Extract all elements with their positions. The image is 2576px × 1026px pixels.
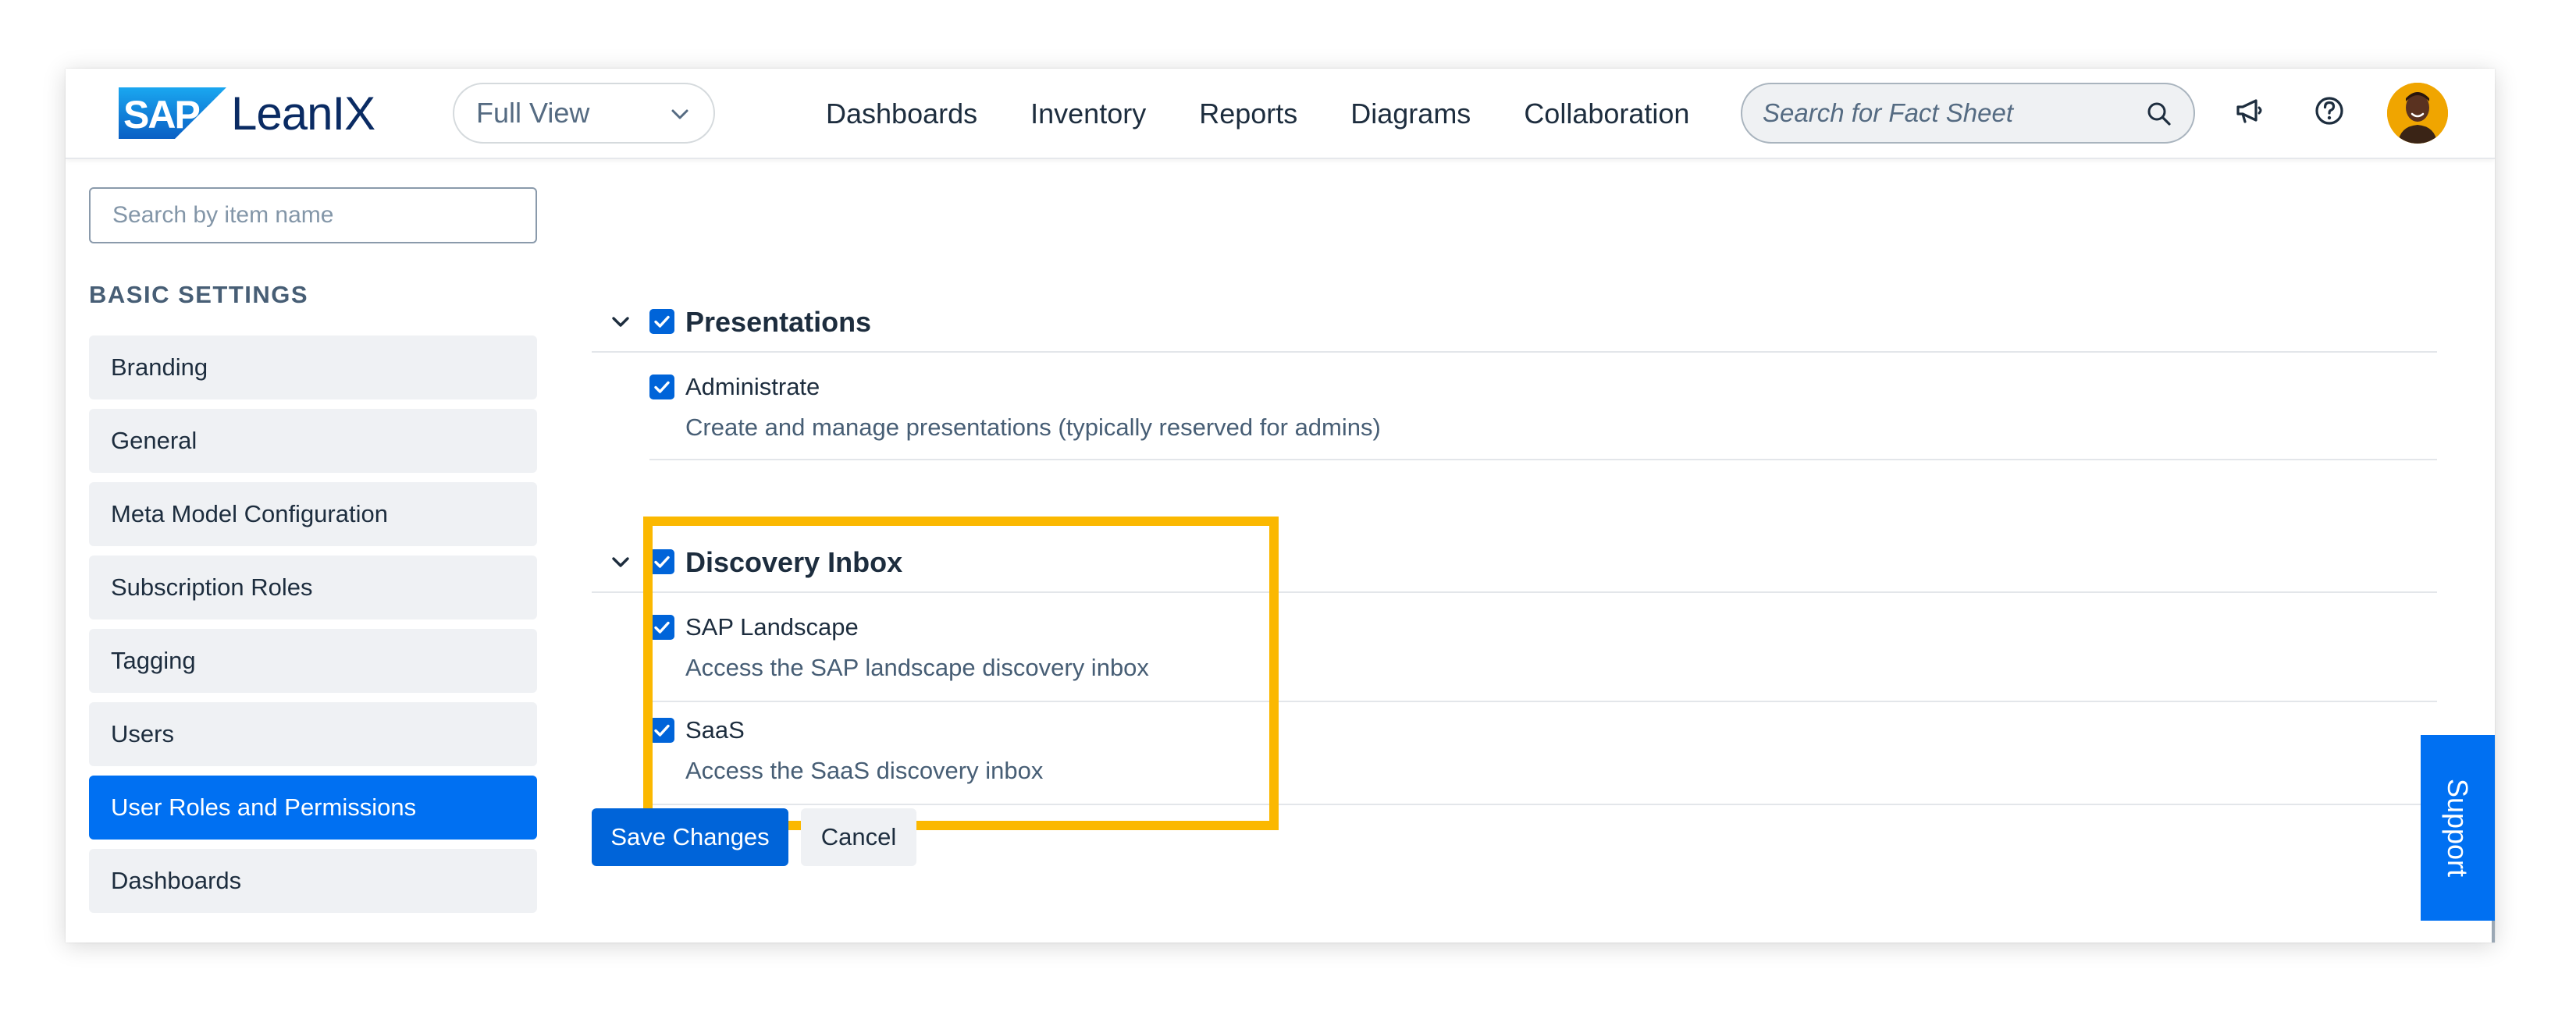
- chevron-down-icon: [671, 109, 688, 119]
- sidebar-item-general[interactable]: General: [89, 409, 537, 473]
- permission-checkbox[interactable]: [649, 615, 674, 640]
- permission-checkbox[interactable]: [649, 375, 674, 399]
- group-checkbox[interactable]: [649, 549, 674, 574]
- sidebar-item-dashboards[interactable]: Dashboards: [89, 849, 537, 913]
- sidebar-item-users[interactable]: Users: [89, 702, 537, 766]
- sidebar-search: [89, 187, 537, 243]
- save-button[interactable]: Save Changes: [592, 808, 788, 866]
- sidebar-item-branding[interactable]: Branding: [89, 335, 537, 399]
- permission-label: SAP Landscape: [685, 613, 859, 641]
- sidebar-item-subscription-roles[interactable]: Subscription Roles: [89, 556, 537, 620]
- megaphone-icon[interactable]: [2231, 92, 2268, 130]
- scrollbar[interactable]: [2492, 921, 2495, 943]
- group-title: Discovery Inbox: [685, 546, 903, 578]
- sap-logo-icon: SAP: [119, 87, 226, 139]
- fact-sheet-search: [1741, 83, 2195, 144]
- section-title: BASIC SETTINGS: [89, 281, 309, 308]
- sidebar-item-meta-model[interactable]: Meta Model Configuration: [89, 482, 537, 546]
- sap-leanix-logo[interactable]: SAP LeanIX: [119, 87, 375, 140]
- support-label: Support: [2442, 778, 2475, 878]
- permission-row: SAP Landscape Access the SAP landscape d…: [649, 596, 2437, 702]
- permission-row: Administrate Create and manage presentat…: [649, 356, 2437, 460]
- permission-description: Access the SAP landscape discovery inbox: [685, 654, 1149, 681]
- nav-reports[interactable]: Reports: [1199, 98, 1297, 130]
- permission-row: SaaS Access the SaaS discovery inbox: [649, 704, 2437, 805]
- chevron-down-icon[interactable]: [607, 309, 634, 335]
- nav-inventory[interactable]: Inventory: [1030, 98, 1146, 130]
- chevron-down-icon[interactable]: [607, 549, 634, 576]
- group-header-presentations: Presentations: [592, 292, 2437, 353]
- group-checkbox[interactable]: [649, 309, 674, 334]
- top-header: SAP LeanIX Full View Dashboards Inventor…: [66, 69, 2495, 159]
- sidebar-search-input[interactable]: [112, 202, 518, 229]
- fact-sheet-search-input[interactable]: [1763, 98, 2137, 128]
- permission-description: Access the SaaS discovery inbox: [685, 757, 1044, 784]
- nav-collaboration[interactable]: Collaboration: [1524, 98, 1689, 130]
- view-select-dropdown[interactable]: Full View: [453, 83, 715, 144]
- group-header-discovery-inbox: Discovery Inbox: [592, 532, 2437, 593]
- nav-dashboards[interactable]: Dashboards: [826, 98, 977, 130]
- main-nav: Dashboards Inventory Reports Diagrams Co…: [826, 69, 1689, 159]
- nav-diagrams[interactable]: Diagrams: [1350, 98, 1471, 130]
- svg-text:SAP: SAP: [123, 93, 199, 137]
- sidebar-item-user-roles[interactable]: User Roles and Permissions: [89, 776, 537, 840]
- permission-label: SaaS: [685, 716, 745, 744]
- group-title: Presentations: [685, 306, 872, 338]
- permission-checkbox[interactable]: [649, 718, 674, 743]
- avatar[interactable]: [2387, 83, 2448, 144]
- cancel-button[interactable]: Cancel: [801, 808, 916, 866]
- product-name: LeanIX: [231, 87, 375, 140]
- permission-label: Administrate: [685, 373, 820, 400]
- support-tab[interactable]: Support: [2421, 735, 2495, 921]
- user-avatar-icon: [2387, 83, 2448, 144]
- search-icon[interactable]: [2145, 100, 2173, 128]
- sidebar-item-tagging[interactable]: Tagging: [89, 629, 537, 693]
- permission-description: Create and manage presentations (typical…: [685, 414, 1381, 441]
- app-window: SAP LeanIX Full View Dashboards Inventor…: [66, 69, 2495, 943]
- view-select-value: Full View: [476, 97, 590, 129]
- help-icon[interactable]: [2311, 92, 2348, 130]
